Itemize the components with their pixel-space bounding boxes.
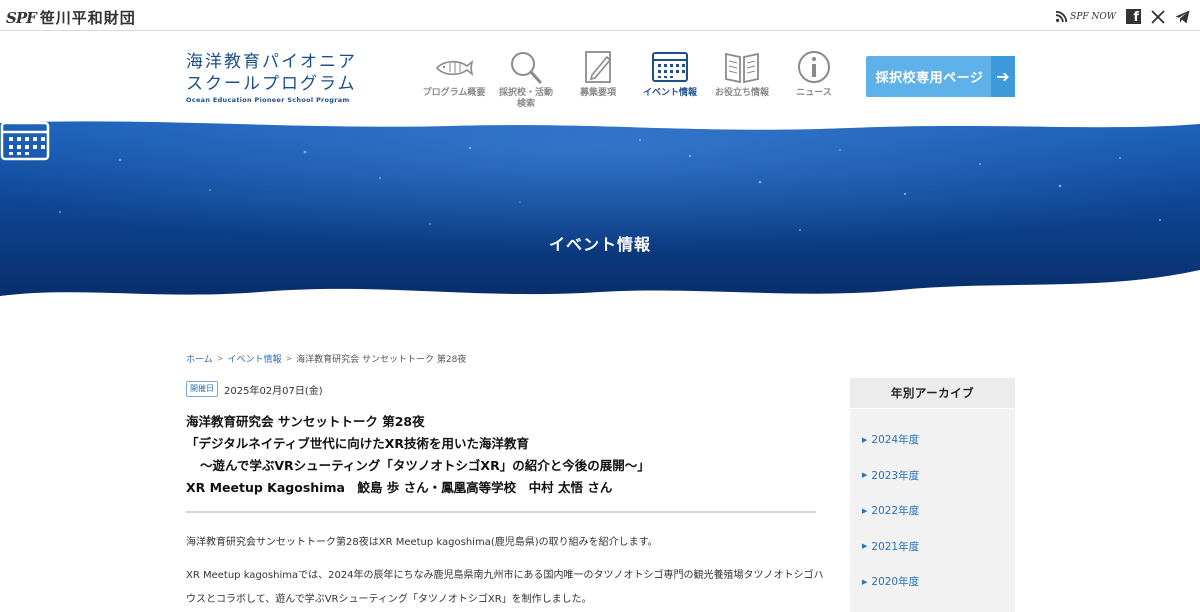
social-links: SPF NOW f: [1056, 9, 1190, 24]
nav-program-overview[interactable]: プログラム概要: [418, 49, 490, 110]
spf-logo[interactable]: SPF 笹川平和財団: [6, 7, 136, 28]
hero-banner: イベント情報: [0, 120, 1200, 300]
triangle-right-icon: ▶: [862, 506, 868, 515]
member-page-button[interactable]: 採択校専用ページ ➔: [866, 56, 1015, 97]
site-title-line1: 海洋教育パイオニア: [186, 52, 357, 72]
rss-icon: [1056, 11, 1068, 22]
archive-sidebar: 年別アーカイブ ▶ 2024年度 ▶ 2023年度 ▶ 2022年度 ▶ 2021年度 …: [850, 378, 1015, 612]
underwater-background: [0, 121, 1200, 296]
title-divider: [186, 511, 816, 513]
site-logo[interactable]: 海洋教育パイオニア スクールプログラム Ocean Education Pion…: [186, 51, 357, 104]
archive-label: 2024年度: [871, 434, 920, 447]
pencil-icon: [585, 51, 612, 83]
page-title: イベント情報: [548, 235, 651, 254]
nav-label: プログラム概要: [422, 88, 486, 98]
nav-label: お役立ち情報: [714, 88, 769, 98]
post-title-line: XR Meetup Kagoshima 鮫島 歩 さん・鳳凰高等学校 中村 太悟…: [186, 480, 613, 495]
post-title: 海洋教育研究会 サンセットトーク 第28夜 「デジタルネイティブ世代に向けたXR…: [186, 411, 826, 499]
spf-mark: SPF: [6, 8, 37, 27]
post-title-line: 〜遊んで学ぶVRシューティング「タツノオトシゴXR」の紹介と今後の展開〜」: [200, 458, 650, 473]
telegram-icon[interactable]: [1175, 10, 1190, 24]
arrow-right-icon: ➔: [991, 56, 1015, 97]
date-badge: 開催日: [186, 381, 218, 397]
post-paragraph: 海洋教育研究会サンセットトーク第28夜はXR Meetup kagoshima(…: [186, 537, 658, 548]
site-title-en: Ocean Education Pioneer School Program: [186, 96, 350, 104]
post-title-line: 「デジタルネイティブ世代に向けたXR技術を用いた海洋教育: [186, 436, 530, 451]
search-icon: [511, 52, 542, 84]
member-page-label: 採択校専用ページ: [875, 71, 984, 86]
post-paragraph: XR Meetup kagoshimaでは、2024年の辰年にちなみ鹿児島県南九…: [186, 570, 824, 605]
nav-label: 採択校・活動検索: [498, 88, 553, 109]
archive-label: 2023年度: [871, 469, 920, 482]
archive-item-2023[interactable]: ▶ 2023年度: [850, 458, 1015, 494]
triangle-right-icon: ▶: [862, 435, 868, 444]
archive-heading: 年別アーカイブ: [850, 378, 1015, 409]
triangle-right-icon: ▶: [862, 471, 868, 480]
spf-now-label: SPF NOW: [1070, 11, 1116, 22]
chevron-right-icon: >: [285, 354, 293, 363]
x-icon[interactable]: [1151, 9, 1165, 24]
site-header: 海洋教育パイオニア スクールプログラム Ocean Education Pion…: [0, 31, 1200, 123]
facebook-icon[interactable]: f: [1126, 9, 1141, 24]
archive-item-2022[interactable]: ▶ 2022年度: [850, 493, 1015, 529]
nav-school-search[interactable]: 採択校・活動検索: [490, 49, 562, 110]
nav-news[interactable]: ニュース: [778, 49, 850, 110]
spf-now-link[interactable]: SPF NOW: [1056, 11, 1116, 22]
org-name: 笹川平和財団: [39, 9, 136, 27]
archive-item-2020[interactable]: ▶ 2020年度: [850, 564, 1015, 600]
post-title-line: 海洋教育研究会 サンセットトーク 第28夜: [186, 414, 425, 429]
nav-application[interactable]: 募集要項: [562, 49, 634, 110]
post-body: 海洋教育研究会サンセットトーク第28夜はXR Meetup kagoshima(…: [186, 535, 826, 612]
book-icon: [725, 52, 759, 84]
triangle-right-icon: ▶: [862, 577, 868, 586]
nav-useful-info[interactable]: お役立ち情報: [706, 49, 778, 110]
info-icon: [798, 51, 830, 83]
triangle-right-icon: ▶: [862, 542, 868, 551]
archive-list: ▶ 2024年度 ▶ 2023年度 ▶ 2022年度 ▶ 2021年度 ▶ 2020年度: [850, 409, 1015, 600]
nav-label: イベント情報: [642, 88, 697, 98]
calendar-icon: [652, 52, 688, 82]
calendar-icon: [0, 121, 50, 161]
nav-label: ニュース: [796, 88, 832, 98]
fish-icon: [435, 60, 474, 76]
site-title-line2: スクールプログラム: [186, 74, 357, 94]
event-date: 2025年02月07日(金): [224, 385, 323, 397]
archive-label: 2020年度: [871, 576, 920, 589]
breadcrumb-home[interactable]: ホーム: [186, 352, 213, 365]
breadcrumb-current: 海洋教育研究会 サンセットトーク 第28夜: [296, 355, 467, 365]
global-nav: プログラム概要 採択校・活動検索 募集要項 イベント情報 お役立ち情報 ニュース: [418, 49, 850, 110]
breadcrumb: ホーム > イベント情報 > 海洋教育研究会 サンセットトーク 第28夜: [186, 352, 466, 365]
chevron-right-icon: >: [216, 354, 224, 363]
nav-event-info[interactable]: イベント情報: [634, 49, 706, 110]
archive-label: 2021年度: [871, 540, 920, 553]
archive-item-2024[interactable]: ▶ 2024年度: [850, 422, 1015, 458]
top-bar: SPF 笹川平和財団 SPF NOW f: [0, 0, 1200, 31]
archive-label: 2022年度: [871, 505, 920, 518]
breadcrumb-section[interactable]: イベント情報: [227, 352, 281, 365]
event-date-row: 開催日 2025年02月07日(金): [186, 381, 323, 397]
nav-label: 募集要項: [579, 88, 616, 98]
archive-item-2021[interactable]: ▶ 2021年度: [850, 529, 1015, 565]
